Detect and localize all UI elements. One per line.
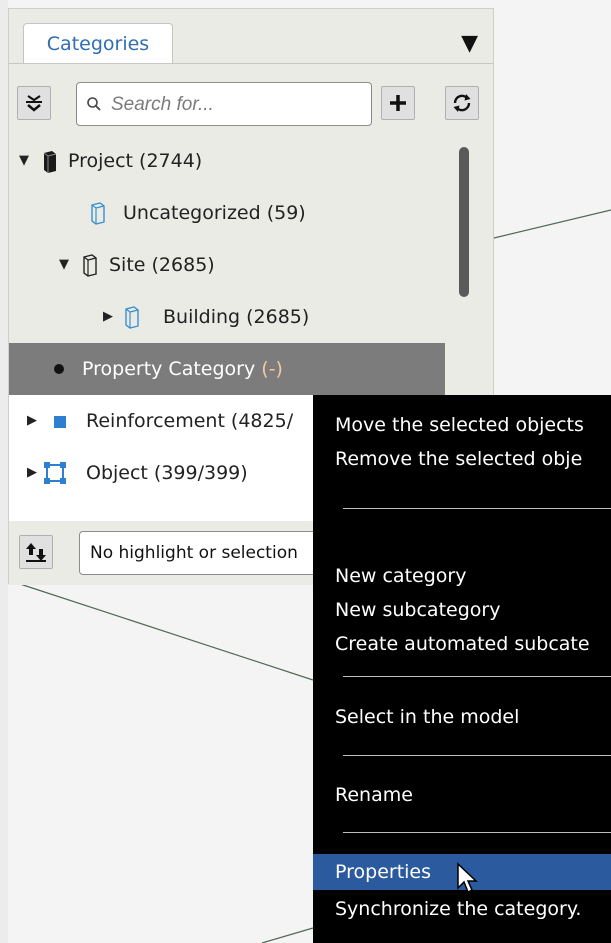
mouse-cursor-icon [457, 862, 478, 894]
highlight-mode-button[interactable] [19, 535, 53, 569]
tree-item-label: Property Category [82, 358, 256, 380]
search-field[interactable] [76, 82, 372, 126]
blue-square-icon [54, 416, 66, 428]
tree-item-uncategorized[interactable]: Uncategorized (59) [9, 187, 445, 239]
menu-item-new-category[interactable]: New category [313, 558, 611, 594]
chevron-down-icon[interactable]: ▼ [19, 135, 29, 187]
collapse-all-button[interactable] [17, 86, 51, 120]
menu-item-label: Select in the model [335, 706, 520, 728]
chevron-down-icon[interactable]: ▼ [59, 239, 69, 291]
search-input[interactable] [109, 87, 368, 123]
object-frame-icon [44, 462, 66, 484]
tab-categories[interactable]: Categories [23, 23, 173, 63]
menu-separator [343, 755, 611, 756]
menu-item-label: Rename [335, 784, 413, 806]
chevron-right-icon[interactable]: ▶ [27, 447, 37, 499]
tree-scrollbar[interactable] [459, 147, 469, 297]
add-category-button[interactable] [381, 86, 415, 120]
menu-item-new-subcategory[interactable]: New subcategory [313, 592, 611, 628]
plus-icon [390, 95, 406, 111]
viewport-edge [0, 0, 8, 943]
tree-item-label: Site (2685) [109, 254, 215, 276]
menu-item-select-in-model[interactable]: Select in the model [313, 699, 611, 735]
context-menu: Move the selected objects Remove the sel… [313, 395, 611, 943]
triangle-down-icon[interactable]: ▼ [461, 31, 478, 56]
site-box-icon [83, 254, 97, 277]
menu-item-label: New subcategory [335, 599, 501, 621]
tree-item-building[interactable]: ▶ Building (2685) [9, 291, 445, 343]
chevron-right-icon[interactable]: ▶ [27, 395, 37, 447]
menu-item-label: Remove the selected obje [335, 448, 583, 470]
tree-item-label: Reinforcement (4825/ [86, 410, 294, 432]
tree-item-property-category[interactable]: Property Category (-) [9, 343, 445, 395]
chevron-right-icon[interactable]: ▶ [103, 291, 113, 343]
tree-item-label: Building (2685) [163, 306, 310, 328]
refresh-icon [453, 94, 471, 112]
menu-item-move-selected[interactable]: Move the selected objects [313, 407, 611, 443]
menu-item-create-automated-subcategory[interactable]: Create automated subcate [313, 626, 611, 662]
highlight-arrows-icon [26, 543, 46, 562]
category-box-icon [125, 306, 139, 329]
menu-item-label: Create automated subcate [335, 633, 590, 655]
bullet-icon [54, 364, 64, 374]
menu-item-rename[interactable]: Rename [313, 777, 611, 813]
menu-separator [343, 832, 611, 833]
search-icon [87, 97, 101, 111]
menu-item-remove-selected[interactable]: Remove the selected obje [313, 441, 611, 477]
menu-separator [343, 676, 611, 677]
tree-item-site[interactable]: ▼ Site (2685) [9, 239, 445, 291]
tree-item-count: (-) [261, 358, 283, 380]
menu-item-label: Move the selected objects [335, 414, 584, 436]
category-box-icon [91, 202, 105, 225]
project-box-icon [43, 151, 57, 173]
collapse-all-icon [26, 95, 42, 112]
tree-item-label: Object (399/399) [86, 462, 248, 484]
menu-item-label: Properties [335, 861, 432, 883]
tree-item-project[interactable]: ▼ Project (2744) [9, 135, 445, 187]
tab-divider [9, 63, 493, 64]
refresh-button[interactable] [445, 86, 479, 120]
menu-item-synchronize-category[interactable]: Synchronize the category. [313, 891, 611, 927]
menu-separator [343, 508, 611, 509]
tree-item-label: Project (2744) [68, 150, 203, 172]
tree-item-label: Uncategorized (59) [123, 202, 306, 224]
menu-item-label: Synchronize the category. [335, 898, 582, 920]
menu-item-label: New category [335, 565, 467, 587]
